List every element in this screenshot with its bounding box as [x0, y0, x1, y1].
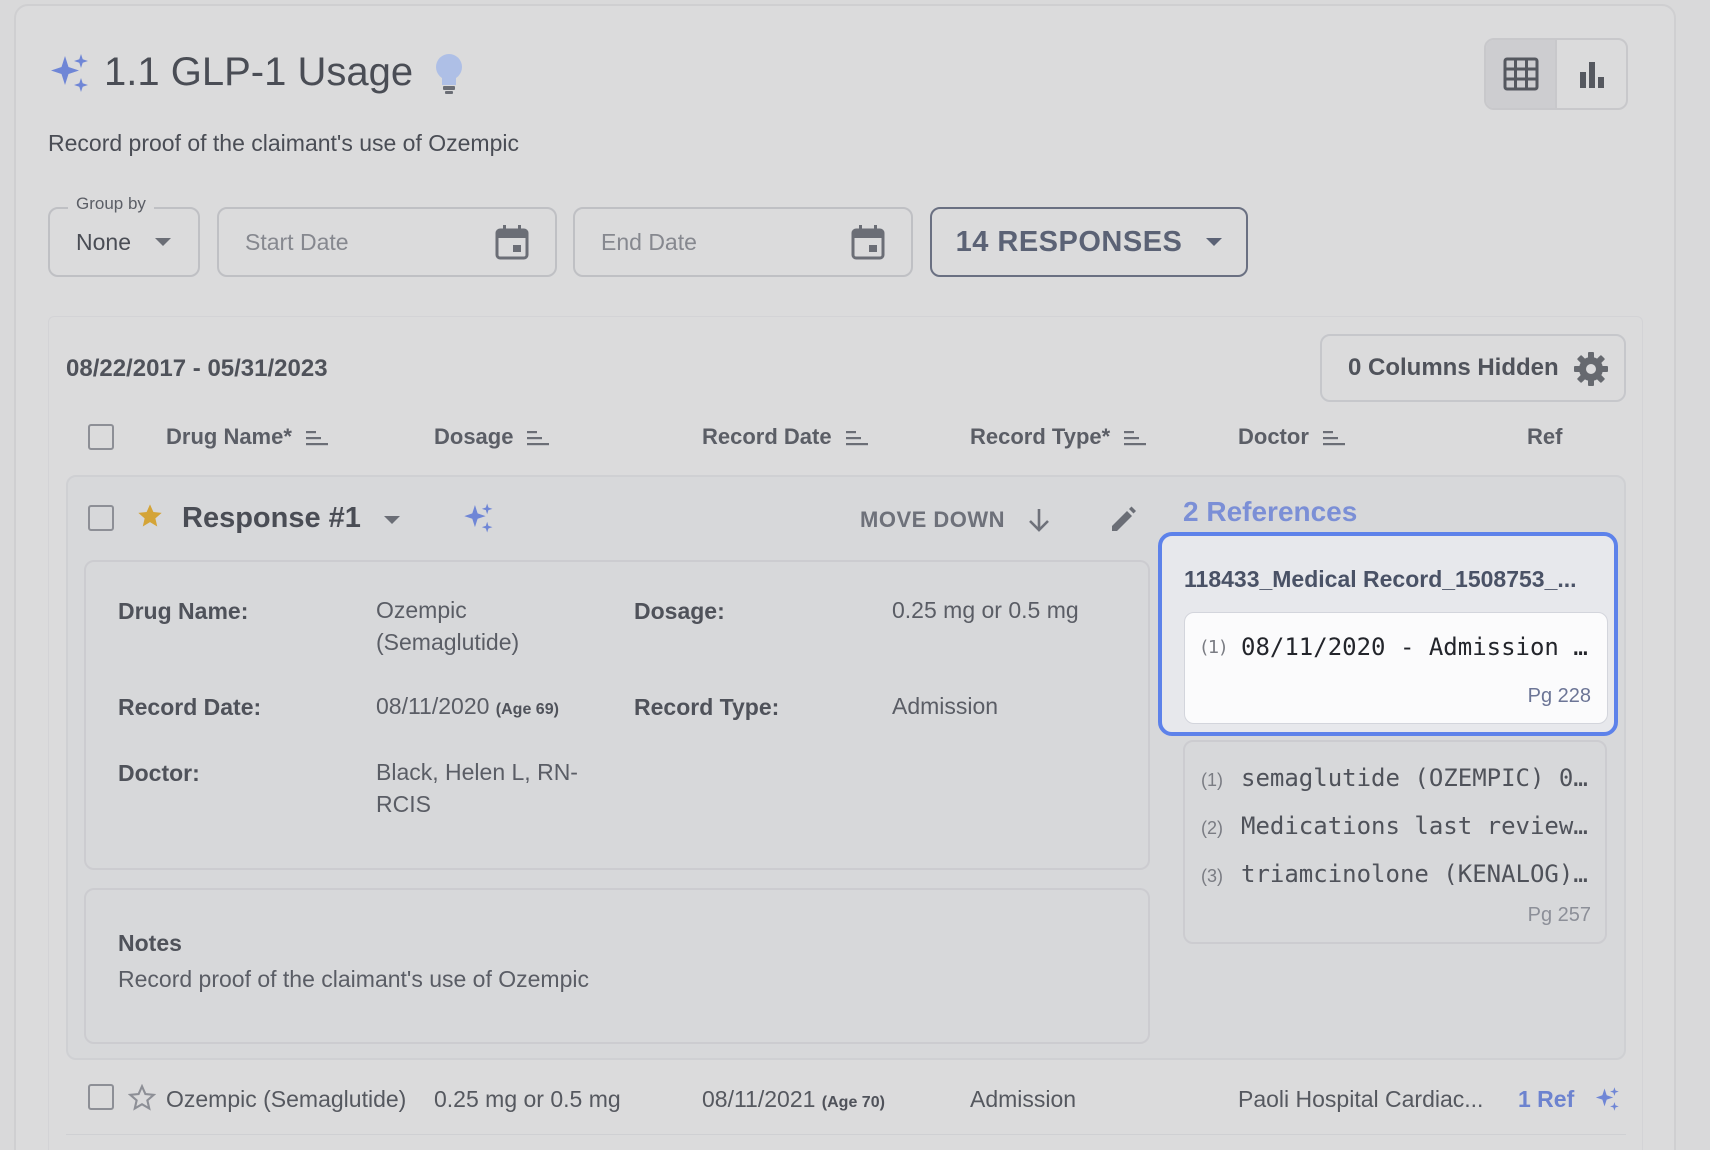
reference-page: Pg 228 — [1527, 685, 1591, 707]
group-by-select[interactable]: Group by None — [48, 194, 200, 277]
start-date-placeholder: Start Date — [245, 228, 349, 255]
drug-name-value: Ozempic (Semaglutide) — [376, 597, 520, 655]
reference-snippet[interactable]: (1) 08/11/2020 - Admission … Pg 228 — [1184, 612, 1608, 724]
references-title[interactable]: 2 References — [1183, 496, 1357, 528]
row-ref-link[interactable]: 1 Ref — [1518, 1086, 1574, 1113]
response-details: Drug Name: Ozempic (Semaglutide) Dosage:… — [84, 560, 1150, 870]
age-badge: (Age 69) — [495, 701, 559, 718]
table-header-row: Drug Name* Dosage Record Date Record Typ… — [0, 420, 1710, 454]
move-down-label: MOVE DOWN — [860, 507, 1006, 532]
row-drug-name: Ozempic (Semaglutide) — [166, 1086, 407, 1112]
responses-dropdown[interactable]: 14 RESPONSES — [930, 207, 1248, 277]
dosage-value: 0.25 mg or 0.5 mg — [892, 597, 1079, 623]
dosage-label: Dosage: — [634, 598, 725, 624]
sparkle-icon[interactable] — [462, 502, 494, 534]
grid-view-button[interactable] — [1486, 40, 1557, 108]
reference-text: 08/11/2020 - Admission … — [1241, 633, 1588, 661]
end-date-placeholder: End Date — [601, 228, 697, 255]
sparkle-icon[interactable] — [1594, 1086, 1620, 1112]
doctor-label: Doctor: — [118, 760, 200, 786]
bar-chart-icon — [1579, 62, 1604, 88]
response-checkbox[interactable] — [88, 505, 114, 531]
title-row: 1.1 GLP-1 Usage — [48, 50, 467, 95]
responses-label: 14 RESPONSES — [955, 225, 1183, 258]
chevron-down-icon — [1206, 238, 1223, 246]
group-by-value: None — [76, 228, 131, 255]
sort-icon — [527, 431, 550, 446]
start-date-field[interactable]: Start Date — [217, 207, 557, 277]
record-date-label: Record Date: — [118, 694, 262, 720]
table-row[interactable]: Ozempic (Semaglutide) 0.25 mg or 0.5 mg … — [0, 1082, 1710, 1118]
row-dosage: 0.25 mg or 0.5 mg — [434, 1086, 621, 1112]
column-header-record-type[interactable]: Record Type* — [970, 424, 1147, 450]
record-type-label: Record Type: — [634, 694, 780, 720]
row-record-type: Admission — [970, 1086, 1077, 1112]
sort-icon — [1124, 431, 1147, 446]
column-header-record-date[interactable]: Record Date — [702, 424, 868, 450]
notes-box: Notes Record proof of the claimant's use… — [84, 888, 1150, 1044]
reference-list: (1) semaglutide (OZEMPIC) 0… (2) Medicat… — [1183, 740, 1607, 944]
lightbulb-icon[interactable] — [431, 51, 467, 95]
drug-name-label: Drug Name: — [118, 598, 249, 624]
columns-hidden-label: 0 Columns Hidden — [1348, 354, 1559, 381]
date-range: 08/22/2017 - 05/31/2023 — [66, 355, 328, 382]
doctor-value: Black, Helen L, RN- RCIS — [376, 759, 578, 817]
select-all-checkbox[interactable] — [88, 424, 114, 450]
gear-icon — [1574, 352, 1608, 386]
column-header-dosage[interactable]: Dosage — [434, 424, 550, 450]
sparkle-icon — [51, 53, 88, 92]
view-toggle — [1484, 38, 1628, 110]
list-item[interactable]: (2) Medications last review… — [1201, 812, 1588, 840]
column-header-doctor[interactable]: Doctor — [1238, 424, 1345, 450]
column-header-drug-name[interactable]: Drug Name* — [166, 424, 328, 450]
record-type-value: Admission — [892, 693, 999, 719]
page-subtitle: Record proof of the claimant's use of Oz… — [48, 130, 519, 156]
columns-hidden-button[interactable]: 0 Columns Hidden — [1320, 334, 1626, 402]
row-doctor: Paoli Hospital Cardiac... — [1238, 1086, 1484, 1112]
pencil-icon[interactable] — [1108, 504, 1138, 534]
reference-number: (1) — [1201, 637, 1227, 658]
move-down-button[interactable]: MOVE DOWN — [860, 506, 1053, 534]
record-date-value: 08/11/2020 (Age 69) — [376, 693, 559, 719]
column-header-ref: Ref — [1527, 424, 1563, 449]
reference-file-name[interactable]: 118433_Medical Record_1508753_... — [1184, 566, 1577, 593]
page-title: 1.1 GLP-1 Usage — [104, 50, 414, 94]
response-title: Response #1 — [182, 502, 361, 534]
notes-title: Notes — [118, 930, 182, 956]
star-icon[interactable] — [128, 1084, 156, 1112]
star-icon[interactable] — [136, 502, 164, 530]
row-record-date: 08/11/2021 (Age 70) — [702, 1086, 885, 1112]
notes-text: Record proof of the claimant's use of Oz… — [118, 966, 589, 992]
group-by-label: Group by — [68, 194, 154, 214]
sort-icon — [845, 431, 868, 446]
arrow-down-icon — [1029, 509, 1049, 532]
row-divider — [66, 1134, 1626, 1135]
grid-view-icon — [1503, 57, 1538, 91]
end-date-field[interactable]: End Date — [573, 207, 913, 277]
calendar-icon[interactable] — [851, 224, 885, 260]
list-item[interactable]: (3) triamcinolone (KENALOG)… — [1201, 860, 1588, 888]
sort-icon — [305, 431, 328, 446]
chevron-down-icon[interactable] — [384, 516, 400, 524]
reference-file-card[interactable]: 118433_Medical Record_1508753_... (1) 08… — [1158, 532, 1618, 736]
chart-view-button[interactable] — [1557, 40, 1626, 108]
reference-list-page: Pg 257 — [1527, 904, 1591, 926]
calendar-icon[interactable] — [495, 224, 529, 260]
chevron-down-icon — [154, 238, 171, 246]
age-badge: (Age 70) — [821, 1094, 885, 1111]
row-checkbox[interactable] — [88, 1084, 114, 1110]
sort-icon — [1322, 431, 1345, 446]
list-item[interactable]: (1) semaglutide (OZEMPIC) 0… — [1201, 764, 1588, 792]
